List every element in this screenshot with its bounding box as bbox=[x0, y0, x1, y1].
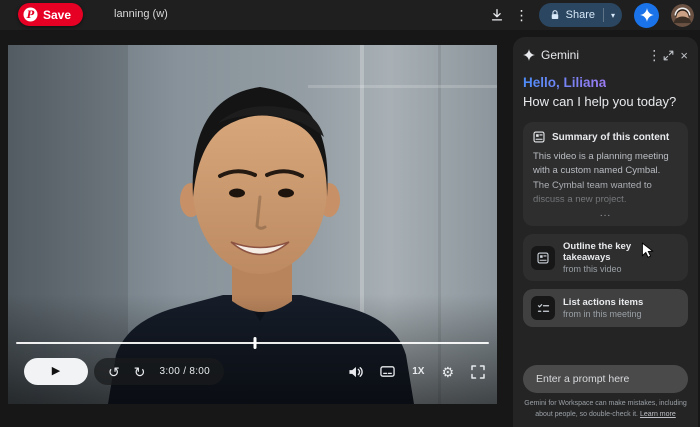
save-button-label: Save bbox=[43, 7, 72, 22]
captions-icon bbox=[380, 366, 395, 377]
gemini-greeting: Hello, Liliana How can I help you today? bbox=[523, 74, 688, 109]
checklist-icon bbox=[537, 303, 549, 312]
takeaways-icon bbox=[537, 251, 549, 264]
play-button[interactable]: ▶ bbox=[24, 358, 88, 385]
share-button-label: Share bbox=[565, 9, 595, 21]
panel-close-button[interactable]: × bbox=[680, 48, 688, 63]
video-player[interactable]: ▶ ↺ ↻ 3:00 / 8:00 1X ⚙ bbox=[8, 45, 497, 404]
greeting-question-line: How can I help you today? bbox=[523, 94, 677, 109]
share-button[interactable]: Share ▾ bbox=[538, 3, 622, 27]
suggestion-title: Outline the key takeaways bbox=[563, 241, 632, 263]
fullscreen-icon bbox=[471, 364, 485, 379]
panel-more-options-button[interactable]: ⋮ bbox=[647, 47, 661, 64]
gemini-side-panel: Gemini ⋮ × Hello, Liliana How can I help… bbox=[513, 37, 698, 427]
gemini-spark-icon bbox=[639, 8, 654, 22]
captions-button[interactable] bbox=[380, 365, 395, 378]
playhead[interactable] bbox=[253, 337, 257, 349]
suggestion-outline-takeaways[interactable]: Outline the key takeaways from this vide… bbox=[523, 234, 688, 281]
summary-card[interactable]: Summary of this content This video is a … bbox=[523, 122, 688, 226]
summary-expand-ellipsis[interactable]: ... bbox=[533, 207, 678, 220]
summary-icon bbox=[533, 131, 545, 143]
gemini-spark-icon bbox=[523, 49, 535, 61]
fullscreen-button[interactable] bbox=[471, 364, 485, 379]
video-frame bbox=[8, 45, 497, 404]
pinterest-save-button[interactable]: P Save bbox=[18, 3, 84, 26]
play-icon: ▶ bbox=[51, 365, 61, 377]
gemini-panel-title: Gemini bbox=[541, 48, 580, 62]
rewind-10-button[interactable]: ↺ bbox=[108, 365, 120, 379]
app-window: lanning (w) P Save ⋮ Share ▾ ▶ ↺ ↻ 3:00 … bbox=[0, 0, 700, 427]
pinterest-icon: P bbox=[23, 7, 38, 22]
suggestion-title: List actions items bbox=[563, 297, 644, 308]
top-toolbar: lanning (w) P Save ⋮ Share ▾ bbox=[0, 0, 700, 30]
volume-icon bbox=[349, 366, 363, 377]
avatar-image bbox=[671, 3, 694, 27]
download-icon bbox=[491, 9, 502, 21]
prompt-input[interactable] bbox=[523, 365, 688, 393]
gemini-disclaimer: Gemini for Workspace can make mistakes, … bbox=[519, 399, 692, 421]
expand-icon bbox=[664, 50, 674, 60]
playback-speed-button[interactable]: 1X bbox=[412, 366, 424, 377]
gemini-panel-header: Gemini ⋮ × bbox=[523, 46, 688, 64]
account-avatar[interactable] bbox=[671, 3, 694, 27]
forward-10-button[interactable]: ↻ bbox=[134, 365, 146, 379]
suggestion-subtitle: from this video bbox=[563, 264, 622, 274]
greeting-name-line: Hello, Liliana bbox=[523, 75, 607, 90]
summary-card-title: Summary of this content bbox=[552, 131, 670, 143]
download-button[interactable] bbox=[489, 7, 505, 23]
share-dropdown-button[interactable]: ▾ bbox=[604, 11, 622, 20]
more-options-button[interactable]: ⋮ bbox=[515, 7, 529, 24]
gemini-button[interactable] bbox=[634, 2, 659, 28]
toolbar-actions: ⋮ Share ▾ bbox=[489, 2, 694, 28]
summary-card-body: This video is a planning meeting with a … bbox=[533, 151, 669, 205]
learn-more-link[interactable]: Learn more bbox=[640, 411, 676, 418]
player-right-controls: 1X ⚙ bbox=[348, 358, 485, 385]
lock-icon bbox=[551, 10, 558, 19]
suggestion-list-action-items[interactable]: List actions items from in this meeting bbox=[523, 289, 688, 327]
volume-button[interactable] bbox=[348, 365, 363, 379]
panel-expand-button[interactable] bbox=[663, 50, 674, 61]
document-title: lanning (w) bbox=[114, 8, 168, 20]
video-progress-bar[interactable] bbox=[16, 337, 489, 349]
time-display: 3:00 / 8:00 bbox=[159, 366, 211, 377]
playback-controls: ↺ ↻ 3:00 / 8:00 bbox=[94, 358, 225, 385]
svg-text:P: P bbox=[26, 10, 35, 21]
settings-button[interactable]: ⚙ bbox=[441, 365, 454, 379]
suggestion-subtitle: from in this meeting bbox=[563, 309, 642, 319]
